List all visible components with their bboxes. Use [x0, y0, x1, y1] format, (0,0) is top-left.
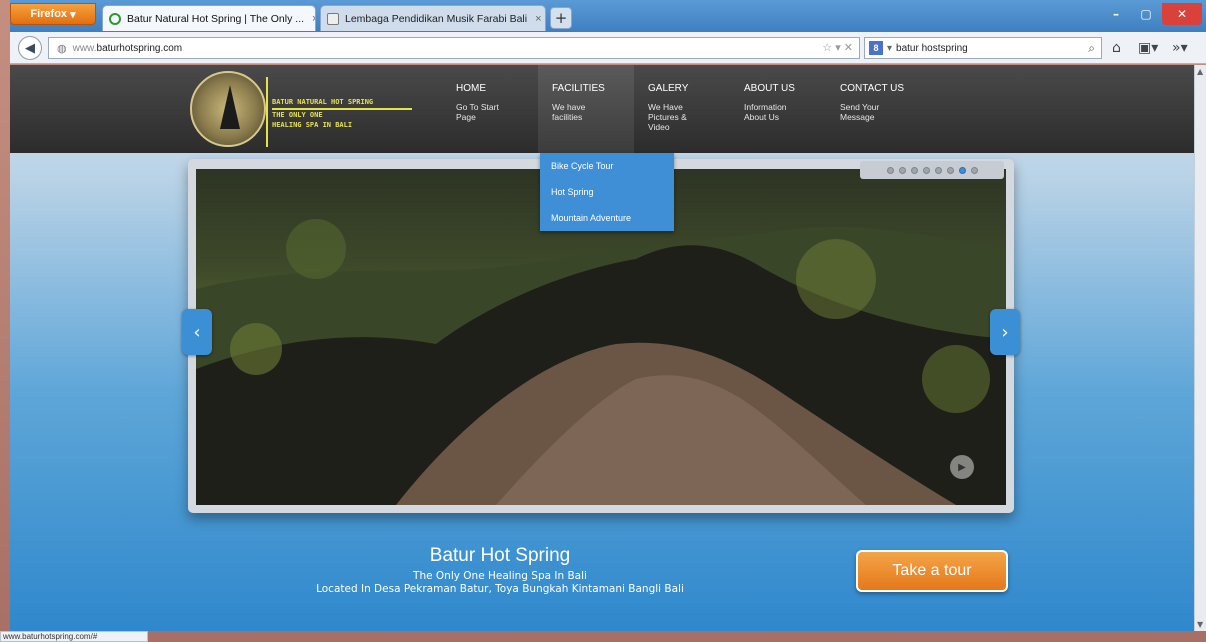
menu-title: CONTACT US — [840, 83, 905, 94]
take-a-tour-button[interactable]: Take a tour — [856, 550, 1008, 592]
browser-navbar: ◀ ◍ www. baturhotspring.com ☆ ▾ ✕ 8 ▾ ba… — [10, 32, 1206, 64]
tab-title: Lembaga Pendidikan Musik Farabi Bali — [345, 12, 528, 25]
menu-subtitle: Go To Start Page — [456, 102, 499, 122]
menu-facilities[interactable]: FACILITIES We have facilities — [538, 65, 634, 153]
scroll-up-icon[interactable]: ▲ — [1197, 67, 1203, 76]
close-tab-icon[interactable]: × — [312, 13, 315, 25]
logo-text: Batur Natural Hot Spring The only one he… — [272, 97, 412, 130]
url-domain: baturhotspring.com — [96, 42, 183, 54]
menu-about-us[interactable]: ABOUT US Information About Us — [730, 65, 826, 153]
dropdown-bike-cycle-tour[interactable]: Bike Cycle Tour — [540, 153, 674, 179]
menu-galery[interactable]: GALERY We Have Pictures & Video — [634, 65, 730, 153]
status-bar: www.baturhotspring.com/# — [0, 631, 148, 642]
resort-logo[interactable] — [190, 71, 266, 147]
search-engine-icon[interactable]: 8 — [869, 41, 883, 55]
menu-icon[interactable]: »▾ — [1172, 40, 1188, 56]
menu-title: HOME — [456, 83, 486, 94]
slide-dot[interactable] — [886, 166, 894, 174]
maximize-icon[interactable]: ▢ — [1132, 3, 1160, 25]
minimize-icon[interactable]: – — [1102, 3, 1130, 25]
browser-titlebar: Firefox ▾ Batur Natural Hot Spring | The… — [10, 0, 1206, 32]
menu-title: ABOUT US — [744, 83, 795, 94]
dropdown-arrow-icon[interactable]: ▾ — [887, 43, 892, 54]
search-icon[interactable]: ⌕ — [1088, 41, 1095, 56]
previous-slide-button[interactable]: ‹ — [182, 309, 212, 355]
web-page: Batur Natural Hot Spring The only one he… — [10, 65, 1194, 631]
temple-icon — [220, 85, 240, 129]
address-bar[interactable]: ◍ www. baturhotspring.com ☆ ▾ ✕ — [48, 37, 860, 59]
tab-lembaga-farabi[interactable]: Lembaga Pendidikan Musik Farabi Bali × — [320, 5, 546, 31]
menu-subtitle: We have facilities — [552, 102, 586, 122]
tab-title: Batur Natural Hot Spring | The Only ... — [127, 12, 305, 25]
search-input[interactable]: 8 ▾ batur hostspring ⌕ — [864, 37, 1102, 59]
main-menu: HOME Go To Start Page FACILITIES We have… — [442, 65, 922, 153]
caption-tagline: The Only One Healing Spa In Bali — [413, 570, 587, 582]
dropdown-mountain-adventure[interactable]: Mountain Adventure — [540, 205, 674, 231]
logo-line-3: healing spa in Bali — [272, 121, 353, 129]
firefox-menu-label: Firefox — [30, 8, 68, 20]
page-scrollbar[interactable]: ▲ ▼ — [1194, 65, 1206, 631]
slide-dot[interactable] — [946, 166, 954, 174]
chevron-right-icon: › — [1001, 321, 1009, 343]
menu-contact-us[interactable]: CONTACT US Send Your Message — [826, 65, 922, 153]
page-icon — [327, 12, 339, 25]
menu-title: FACILITIES — [552, 83, 605, 94]
logo-line-1: Batur Natural Hot Spring — [272, 97, 412, 110]
slide-dot[interactable] — [934, 166, 942, 174]
menu-subtitle: Information About Us — [744, 102, 787, 122]
slide-pagination — [860, 161, 1004, 179]
chevron-left-icon: ‹ — [193, 321, 201, 343]
slide-dot[interactable] — [922, 166, 930, 174]
logo-divider — [266, 77, 268, 147]
menu-home[interactable]: HOME Go To Start Page — [442, 65, 538, 153]
url-prefix: www. — [72, 42, 97, 54]
caption-location: Located In Desa Pekraman Batur, Toya Bun… — [316, 583, 684, 595]
next-slide-button[interactable]: › — [990, 309, 1020, 355]
menu-subtitle: We Have Pictures & Video — [648, 102, 687, 132]
loading-icon — [109, 12, 121, 25]
slide-dot[interactable] — [970, 166, 978, 174]
menu-title: GALERY — [648, 83, 689, 94]
site-header: Batur Natural Hot Spring The only one he… — [10, 65, 1194, 153]
slide-dot-active[interactable] — [958, 166, 966, 174]
slide-dot[interactable] — [910, 166, 918, 174]
slide-dot[interactable] — [898, 166, 906, 174]
new-tab-button[interactable]: + — [550, 7, 572, 29]
screen-icon[interactable]: ▣▾ — [1138, 40, 1158, 56]
facilities-dropdown: Bike Cycle Tour Hot Spring Mountain Adve… — [540, 153, 674, 231]
firefox-menu-button[interactable]: Firefox ▾ — [10, 3, 96, 25]
search-value: batur hostspring — [896, 42, 968, 54]
tab-batur-hot-spring[interactable]: Batur Natural Hot Spring | The Only ... … — [102, 5, 316, 31]
back-arrow-icon[interactable]: ◀ — [18, 36, 42, 60]
hero-caption: Batur Hot Spring The Only One Healing Sp… — [250, 545, 750, 595]
close-window-icon[interactable]: ✕ — [1162, 3, 1202, 25]
caption-title: Batur Hot Spring — [429, 545, 571, 566]
scroll-down-icon[interactable]: ▼ — [1197, 620, 1203, 629]
menu-subtitle: Send Your Message — [840, 102, 880, 122]
bookmark-star-icon[interactable]: ☆ ▾ ✕ — [822, 41, 853, 54]
play-icon[interactable]: ▶ — [950, 455, 974, 479]
site-identity-icon[interactable]: ◍ — [57, 42, 67, 55]
logo-line-2: The only one — [272, 111, 323, 119]
close-tab-icon[interactable]: × — [535, 13, 541, 25]
home-icon[interactable]: ⌂ — [1112, 40, 1121, 56]
dropdown-hot-spring[interactable]: Hot Spring — [540, 179, 674, 205]
